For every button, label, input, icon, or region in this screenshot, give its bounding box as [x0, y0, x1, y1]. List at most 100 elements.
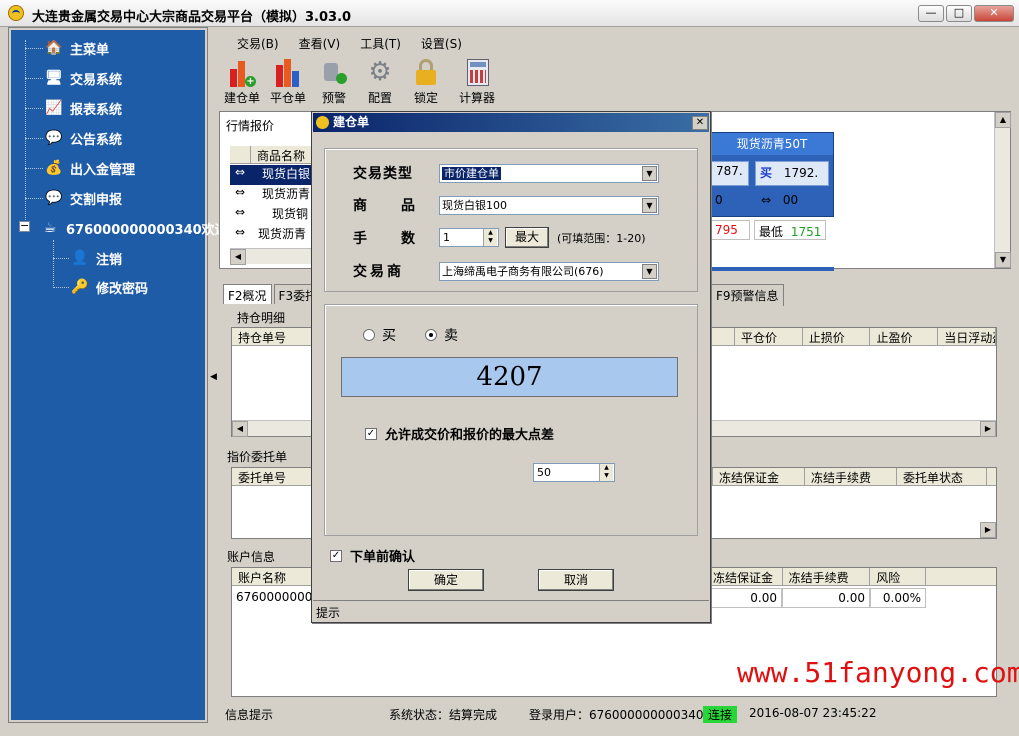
menu-trade[interactable]: 交易(B)	[227, 33, 289, 53]
scroll-down-button[interactable]: ▼	[995, 252, 1011, 268]
column-header: 风险	[870, 568, 926, 585]
sidebar-item-announcements[interactable]: 💬 公告系统	[43, 126, 122, 150]
menu-settings[interactable]: 设置(S)	[411, 33, 472, 53]
sidebar-item-delivery[interactable]: 💬 交割申报	[43, 186, 122, 210]
table-row[interactable]: ⇔ 现货白银	[230, 165, 312, 185]
column-header: 当日浮动盈	[938, 328, 996, 345]
lots-stepper[interactable]: 1 ▲ ▼	[439, 228, 499, 247]
table-row[interactable]: ⇔ 现货沥青	[230, 185, 312, 205]
max-diff-stepper[interactable]: 50 ▲ ▼	[533, 463, 615, 482]
table-row: 0.00 0.00 0.00%	[706, 588, 926, 608]
minimize-button[interactable]: —	[918, 5, 944, 22]
quotes-hscrollbar[interactable]: ◀	[230, 248, 312, 265]
confirm-before-order-checkbox[interactable]: ✓ 下单前确认	[330, 546, 415, 565]
dialog-close-button[interactable]: ✕	[692, 116, 708, 130]
buy-change: 00	[782, 193, 799, 207]
config-button[interactable]: ⚙ 配置	[357, 57, 403, 107]
lock-button[interactable]: 锁定	[403, 57, 449, 107]
tree-collapse-toggle[interactable]: −	[19, 220, 30, 232]
direction-group: 买 卖 4207 ✓ 允许成交价和报价的最大点差 50 ▲ ▼	[324, 304, 698, 536]
scroll-left-button[interactable]: ◀	[232, 421, 248, 437]
ok-button[interactable]: 确定	[408, 569, 484, 591]
sidebar-item-label: 交割申报	[70, 192, 123, 208]
max-lots-button[interactable]: 最大	[505, 227, 549, 248]
watermark-text: www.51fanyong.com	[737, 656, 1019, 689]
allow-max-diff-checkbox[interactable]: ✓ 允许成交价和报价的最大点差	[365, 424, 554, 443]
chat-icon: 💬	[45, 190, 63, 206]
tab-overview[interactable]: F2概况	[223, 284, 272, 304]
product-name: 现货沥青	[262, 187, 311, 201]
product-name: 现货铜	[272, 207, 309, 221]
toolbar-label: 平仓单	[269, 91, 306, 105]
sidebar-item-account[interactable]: ☕ 676000000000340欢迎	[39, 216, 228, 240]
tab-alerts[interactable]: F9预警信息	[711, 284, 784, 306]
coffee-cup-icon: ☕	[43, 220, 57, 236]
sidebar-item-label: 出入金管理	[70, 162, 136, 178]
status-datetime: 2016-08-07 23:45:22	[749, 706, 877, 720]
buy-radio-label: 买	[382, 328, 396, 344]
quotes-grid-body: ⇔ 现货白银 ⇔ 现货沥青 ⇔ 现货铜 ⇔ 现货沥青	[230, 165, 312, 247]
sidebar-item-funds[interactable]: 💰 出入金管理	[43, 156, 135, 180]
swap-icon: ⇔	[234, 165, 246, 179]
calculator-button[interactable]: 计算器	[449, 57, 505, 107]
trader-select[interactable]: 上海缔禹电子商务有限公司(676) ▼	[439, 262, 659, 281]
lots-label: 手 数	[353, 231, 425, 247]
order-params-group: 交易类型 市价建仓单 ▼ 商 品 现货白银100 ▼ 手 数 1 ▲ ▼ 最大 (…	[324, 148, 698, 292]
splitter-collapse-icon[interactable]: ◀	[210, 372, 217, 382]
scroll-up-button[interactable]: ▲	[995, 112, 1011, 128]
bottom-tabs: F2概况 F3委托	[223, 284, 324, 304]
toolbar-label: 建仓单	[223, 91, 260, 105]
alarm-button[interactable]: 预警	[311, 57, 357, 107]
sidebar-item-logout[interactable]: 👤 注销	[69, 246, 122, 270]
sell-price[interactable]: 787.	[711, 161, 749, 186]
gear-icon: ⚙	[368, 57, 392, 87]
dialog-titlebar: 建仓单 ✕	[313, 113, 709, 132]
buy-radio[interactable]: 买	[363, 325, 396, 345]
chevron-down-icon[interactable]: ▼	[642, 198, 657, 213]
scroll-left-button[interactable]: ◀	[230, 249, 246, 265]
menu-view[interactable]: 查看(V)	[289, 33, 351, 53]
maximize-button[interactable]: □	[946, 5, 972, 22]
close-window-button[interactable]: ✕	[974, 5, 1014, 22]
sell-radio[interactable]: 卖	[425, 325, 458, 345]
scroll-right-button[interactable]: ▶	[980, 421, 996, 437]
sidebar-item-main-menu[interactable]: 🏠 主菜单	[43, 36, 109, 60]
menubar: 交易(B) 查看(V) 工具(T) 设置(S)	[219, 33, 472, 53]
quote-low-box: 最低 1751	[754, 220, 826, 240]
sidebar-item-reports[interactable]: 📈 报表系统	[43, 96, 122, 120]
user-icon: 👤	[71, 250, 89, 266]
max-diff-value: 50	[537, 466, 551, 479]
trade-type-select[interactable]: 市价建仓单 ▼	[439, 164, 659, 183]
tree-line	[53, 258, 69, 259]
sidebar-item-trading[interactable]: 🖥 交易系统	[43, 66, 122, 90]
sidebar-item-label: 公告系统	[70, 132, 123, 148]
sidebar-item-label: 主菜单	[70, 42, 110, 58]
menu-tools[interactable]: 工具(T)	[350, 33, 411, 53]
spin-arrows-icon[interactable]: ▲ ▼	[483, 229, 497, 246]
buy-price: 1792.	[783, 166, 819, 180]
table-row[interactable]: ⇔ 现货沥青	[230, 225, 312, 245]
cancel-button[interactable]: 取消	[538, 569, 614, 591]
quote-card[interactable]: 现货沥青50T 787. 买 1792. 0 ⇔ 00	[710, 132, 834, 217]
sidebar-item-label: 修改密码	[96, 281, 149, 297]
buy-price-box[interactable]: 买 1792.	[755, 161, 829, 186]
chevron-down-icon[interactable]: ▼	[642, 264, 657, 279]
key-icon: 🔑	[71, 279, 89, 295]
status-system: 系统状态：结算完成	[389, 708, 498, 722]
sidebar-item-label: 交易系统	[70, 72, 123, 88]
chevron-down-icon[interactable]: ▼	[642, 166, 657, 181]
account-header-right: 冻结保证金 冻结手续费 风险	[706, 568, 926, 586]
sidebar-item-change-password[interactable]: 🔑 修改密码	[69, 275, 148, 299]
swap-icon: ⇔	[234, 225, 246, 239]
swap-icon: ⇔	[761, 193, 772, 207]
close-position-button[interactable]: 平仓单	[265, 57, 311, 107]
open-position-button[interactable]: + 建仓单	[219, 57, 265, 107]
status-connection-badge: 连接	[703, 706, 738, 723]
spin-arrows-icon[interactable]: ▲ ▼	[599, 464, 613, 481]
table-row[interactable]: ⇔ 现货铜	[230, 205, 312, 225]
quotes-vscrollbar[interactable]: ▲ ▼	[994, 112, 1011, 268]
home-icon: 🏠	[45, 40, 63, 56]
navigation-sidebar: 🏠 主菜单 🖥 交易系统 📈 报表系统 💬 公告系统 💰 出入金管理 💬 交割申…	[8, 27, 228, 723]
product-select[interactable]: 现货白银100 ▼	[439, 196, 659, 215]
scroll-right-button[interactable]: ▶	[980, 522, 996, 538]
